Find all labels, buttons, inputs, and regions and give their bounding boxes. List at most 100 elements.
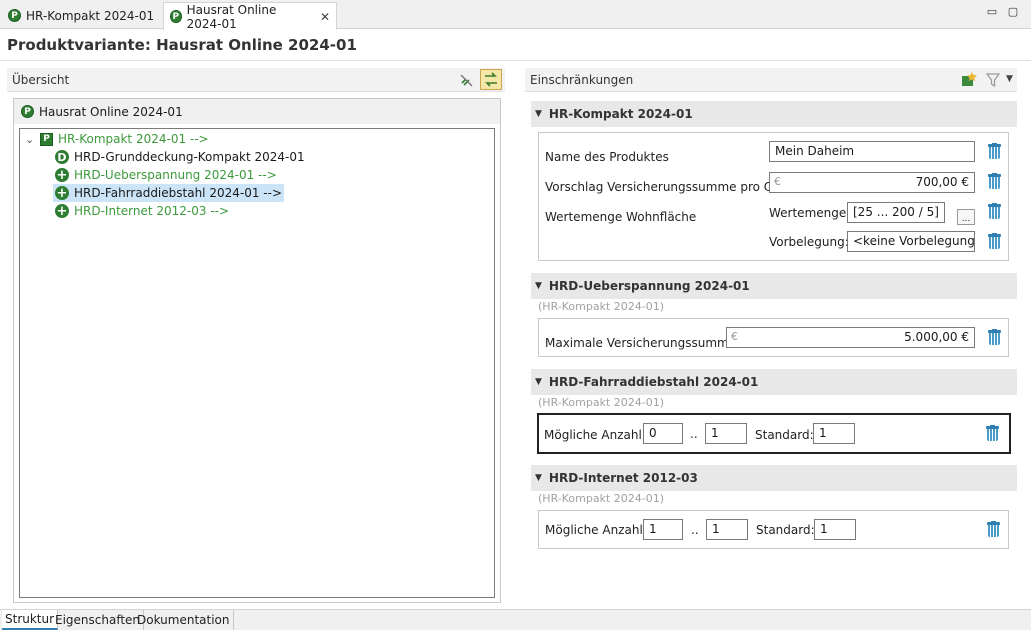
editor-tab-bar: P HR-Kompakt 2024-01 P Hausrat Online 20… xyxy=(0,0,1031,31)
coverage-plus-icon: + xyxy=(55,203,69,219)
collapse-icon[interactable]: ▼ xyxy=(535,473,542,483)
tree-node-ueberspannung[interactable]: + HRD-Ueberspannung 2024-01 --> xyxy=(55,166,277,184)
wm-label: Wertemenge Wohnfläche xyxy=(545,210,697,224)
edit-values-button[interactable]: ... xyxy=(957,209,975,225)
sum-value: 700,00 € xyxy=(915,175,969,189)
standard-label: Standard: xyxy=(755,428,814,442)
wm-sub-label: Wertemenge: xyxy=(769,206,851,220)
standard-label: Standard: xyxy=(756,523,815,537)
trash-icon[interactable] xyxy=(988,233,1001,249)
tab-struktur[interactable]: Struktur xyxy=(2,610,59,630)
max-sum-input[interactable]: €5.000,00 € xyxy=(726,327,975,348)
group-ueberspannung: ▼ HRD-Ueberspannung 2024-01 (HR-Kompakt 2… xyxy=(531,273,1017,313)
link-off-icon[interactable] xyxy=(458,72,475,89)
group-title: HRD-Fahrraddiebstahl 2024-01 xyxy=(548,375,759,389)
chevron-down-icon[interactable]: ⌄ xyxy=(25,133,40,146)
maximize-icon[interactable]: ▢ xyxy=(1005,6,1021,20)
group-subtitle: (HR-Kompakt 2024-01) xyxy=(538,396,664,409)
restrictions-header: Einschränkungen xyxy=(525,68,1017,92)
group-fahrraddiebstahl: ▼ HRD-Fahrraddiebstahl 2024-01 (HR-Kompak… xyxy=(531,369,1017,409)
tree-node-grunddeckung[interactable]: D HRD-Grunddeckung-Kompakt 2024-01 xyxy=(55,148,305,166)
card-hr-kompakt: Name des Produktes Mein Daheim Vorschlag… xyxy=(538,132,1009,261)
overview-title: Übersicht xyxy=(12,72,70,87)
max-sum-value: 5.000,00 € xyxy=(904,330,969,344)
trash-icon[interactable] xyxy=(988,143,1001,159)
trash-icon[interactable] xyxy=(988,173,1001,189)
tab-label: Hausrat Online 2024-01 xyxy=(186,2,277,31)
euro-icon: € xyxy=(731,330,738,343)
tab-hr-kompakt[interactable]: P HR-Kompakt 2024-01 xyxy=(2,2,160,29)
card-fahrraddiebstahl: Mögliche Anzahl 0 .. 1 Standard: 1 xyxy=(537,413,1011,454)
standard-input[interactable]: 1 xyxy=(813,423,855,444)
group-internet: ▼ HRD-Internet 2012-03 (HR-Kompakt 2024-0… xyxy=(531,465,1017,505)
min-count-input[interactable]: 0 xyxy=(643,423,683,444)
wertemenge-input[interactable]: [25 ... 200 / 5] xyxy=(847,202,945,223)
sum-input[interactable]: €700,00 € xyxy=(769,172,975,193)
card-internet: Mögliche Anzahl 1 .. 1 Standard: 1 xyxy=(538,510,1009,549)
group-title: HRD-Ueberspannung 2024-01 xyxy=(548,279,750,293)
tree-node-hr-kompakt[interactable]: ⌄ P HR-Kompakt 2024-01 --> xyxy=(25,130,209,148)
group-title: HRD-Internet 2012-03 xyxy=(548,471,698,485)
product-box-icon: P xyxy=(40,132,53,146)
tab-label: HR-Kompakt 2024-01 xyxy=(26,8,155,23)
coverage-plus-icon: + xyxy=(55,185,69,201)
collapse-icon[interactable]: ▼ xyxy=(535,281,542,291)
close-icon[interactable]: ✕ xyxy=(320,10,330,24)
root-node[interactable]: P Hausrat Online 2024-01 xyxy=(14,99,500,124)
euro-icon: € xyxy=(774,175,781,188)
tree-label: HRD-Grunddeckung-Kompakt 2024-01 xyxy=(74,150,305,164)
trash-icon[interactable] xyxy=(988,329,1001,345)
range-separator: .. xyxy=(690,427,698,441)
group-header[interactable]: ▼ HRD-Fahrraddiebstahl 2024-01 xyxy=(531,369,1017,395)
sum-label: Vorschlag Versicherungssumme pro QM xyxy=(545,180,784,194)
tree-label: HR-Kompakt 2024-01 --> xyxy=(58,132,209,146)
tab-hausrat-online[interactable]: P Hausrat Online 2024-01 ✕ xyxy=(163,2,337,31)
count-label: Mögliche Anzahl xyxy=(544,428,642,442)
overview-header: Übersicht xyxy=(7,68,505,92)
group-header[interactable]: ▼ HRD-Ueberspannung 2024-01 xyxy=(531,273,1017,299)
group-header[interactable]: ▼ HRD-Internet 2012-03 xyxy=(531,465,1017,491)
min-count-input[interactable]: 1 xyxy=(643,519,683,540)
sync-toggle-icon[interactable] xyxy=(480,69,502,90)
coverage-d-icon: D xyxy=(55,150,69,164)
minimize-icon[interactable]: ▭ xyxy=(984,6,1000,20)
card-ueberspannung: Maximale Versicherungssumme €5.000,00 € xyxy=(538,318,1009,357)
name-input[interactable]: Mein Daheim xyxy=(769,141,975,162)
tree-node-fahrraddiebstahl[interactable]: + HRD-Fahrraddiebstahl 2024-01 --> xyxy=(53,184,285,202)
root-label: Hausrat Online 2024-01 xyxy=(39,104,183,119)
bottom-tab-bar: Struktur Eigenschaften Dokumentation xyxy=(0,609,1031,630)
coverage-plus-icon: + xyxy=(55,167,69,183)
product-icon: P xyxy=(8,9,21,22)
dropdown-arrow-icon[interactable]: ▼ xyxy=(1006,74,1013,84)
max-count-input[interactable]: 1 xyxy=(706,519,748,540)
group-hr-kompakt: ▼ HR-Kompakt 2024-01 xyxy=(531,101,1017,127)
vorbelegung-input[interactable]: <keine Vorbelegung> xyxy=(847,231,975,252)
tree-node-internet[interactable]: + HRD-Internet 2012-03 --> xyxy=(55,202,229,220)
collapse-icon[interactable]: ▼ xyxy=(535,377,542,387)
trash-icon[interactable] xyxy=(988,203,1001,219)
restrictions-title: Einschränkungen xyxy=(530,72,634,87)
range-separator: .. xyxy=(691,523,699,537)
product-icon: P xyxy=(170,10,182,23)
trash-icon[interactable] xyxy=(986,425,999,441)
add-restriction-icon[interactable] xyxy=(960,71,978,88)
tab-eigenschaften[interactable]: Eigenschaften xyxy=(52,610,145,630)
count-label: Mögliche Anzahl xyxy=(545,523,643,537)
filter-icon[interactable] xyxy=(985,71,1001,88)
standard-input[interactable]: 1 xyxy=(814,519,856,540)
trash-icon[interactable] xyxy=(987,521,1000,537)
divider xyxy=(0,60,1031,61)
group-header[interactable]: ▼ HR-Kompakt 2024-01 xyxy=(531,101,1017,127)
tree-label: HRD-Ueberspannung 2024-01 --> xyxy=(74,168,277,182)
group-title: HR-Kompakt 2024-01 xyxy=(548,107,693,121)
group-subtitle: (HR-Kompakt 2024-01) xyxy=(538,492,664,505)
structure-tree[interactable]: ⌄ P HR-Kompakt 2024-01 --> D HRD-Grundde… xyxy=(19,128,495,598)
tab-dokumentation[interactable]: Dokumentation xyxy=(134,610,234,630)
tree-label: HRD-Fahrraddiebstahl 2024-01 --> xyxy=(74,186,283,200)
product-icon: P xyxy=(21,105,34,118)
max-count-input[interactable]: 1 xyxy=(705,423,747,444)
collapse-icon[interactable]: ▼ xyxy=(535,109,542,119)
group-subtitle: (HR-Kompakt 2024-01) xyxy=(538,300,664,313)
page-title: Produktvariante: Hausrat Online 2024-01 xyxy=(7,36,357,54)
tree-label: HRD-Internet 2012-03 --> xyxy=(74,204,230,218)
